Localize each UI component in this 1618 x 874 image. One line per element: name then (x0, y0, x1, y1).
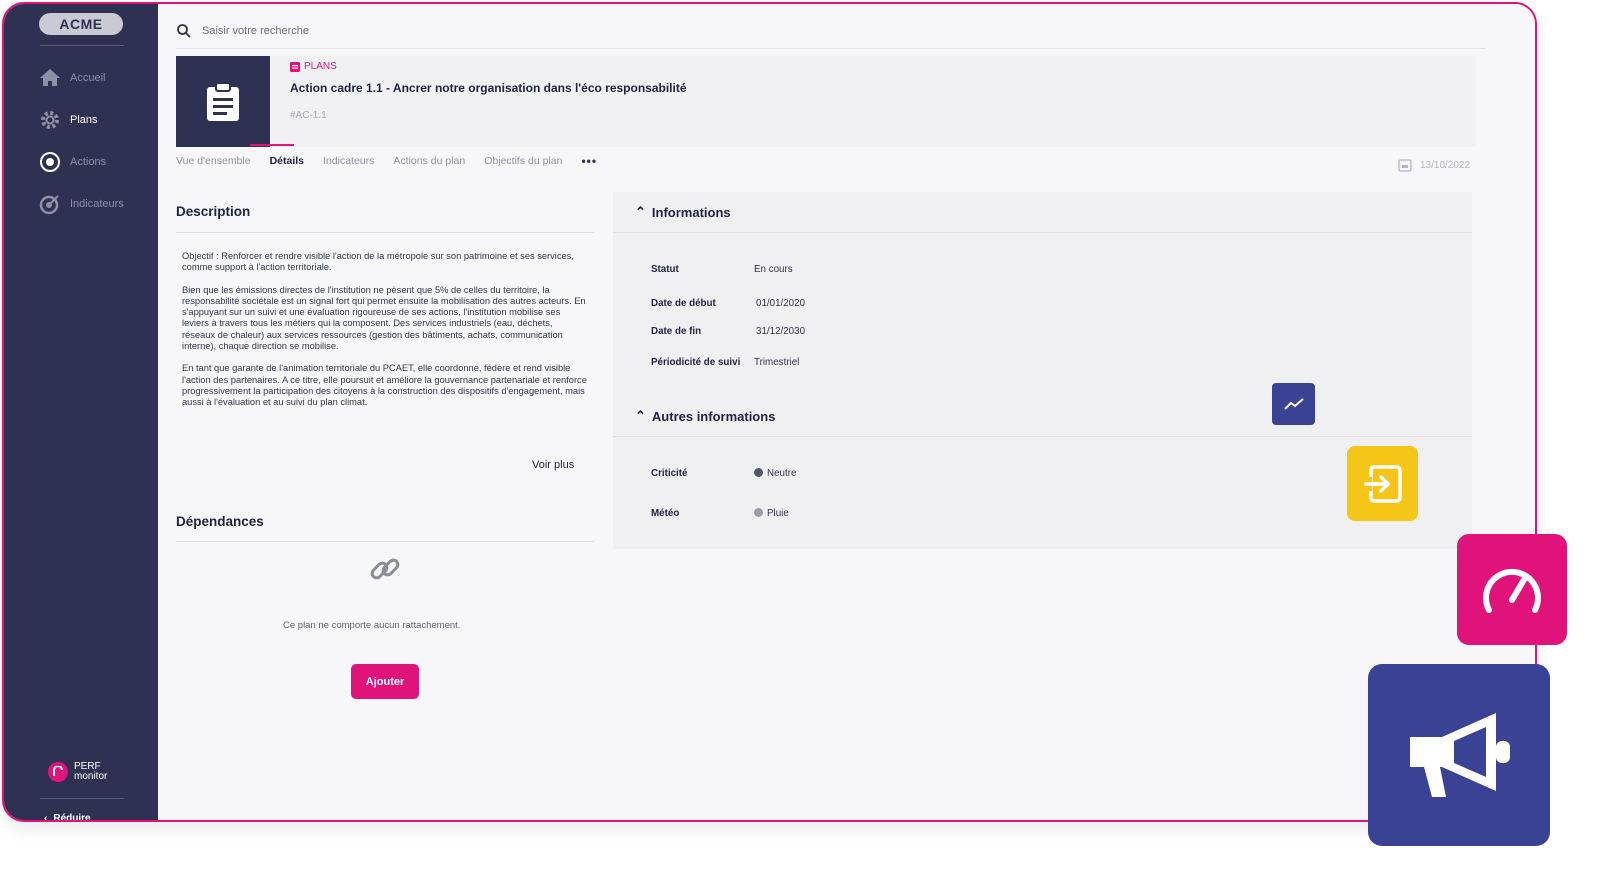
divider (176, 232, 594, 233)
tab-details[interactable]: Détails (270, 155, 304, 167)
description-title: Description (176, 204, 251, 219)
info-row-statut: Statut En cours (651, 264, 793, 275)
clipboard-small-icon (290, 62, 300, 72)
more-tabs-button[interactable]: ••• (581, 154, 597, 168)
login-tile[interactable] (1347, 446, 1418, 521)
chevron-up-icon: ⌃ (635, 204, 646, 219)
add-dependency-button[interactable]: Ajouter (351, 664, 419, 699)
chevron-left-icon: ‹ (44, 813, 48, 822)
megaphone-icon (1410, 713, 1510, 797)
info-value: 31/12/2030 (756, 326, 806, 337)
info-value: 01/01/2020 (756, 298, 806, 309)
status-dot (754, 468, 763, 477)
tab-actions-du-plan[interactable]: Actions du plan (393, 155, 465, 167)
target-icon (40, 152, 60, 172)
sidebar-item-label: Indicateurs (70, 198, 124, 210)
gauge-tile[interactable] (1457, 534, 1567, 645)
description-body: Objectif : Renforcer et rendre visible l… (182, 251, 587, 420)
info-label: Météo (651, 508, 680, 519)
sidebar-item-label: Plans (70, 114, 98, 126)
clipboard-icon (176, 56, 270, 147)
informations-panel: ⌃ Informations Statut En cours Date de d… (613, 192, 1472, 549)
info-value-with-dot: Pluie (754, 508, 789, 519)
divider (613, 436, 1472, 437)
app-logo[interactable]: ACME (39, 13, 123, 35)
calendar-icon (1398, 159, 1412, 172)
date-indicator: 13/10/2022 (1398, 158, 1470, 172)
brand-line-2: monitor (74, 771, 108, 782)
dart-icon (39, 195, 59, 215)
other-info-header[interactable]: ⌃ Autres informations (635, 408, 775, 424)
sidebar: ACME Accueil Plans Actions Indicateurs P… (4, 4, 158, 820)
trend-icon (1283, 398, 1304, 410)
informations-header[interactable]: ⌃ Informations (635, 204, 731, 220)
plan-header: PLANS Action cadre 1.1 - Ancrer notre or… (176, 56, 1476, 147)
info-row-periodicite: Périodicité de suivi Trimestriel (651, 357, 799, 368)
info-value: Neutre (767, 468, 797, 479)
megaphone-tile[interactable] (1368, 664, 1550, 846)
empty-state-text: Ce plan ne comporte aucun rattachement. (283, 620, 461, 631)
info-label: Date de début (651, 298, 716, 309)
info-label: Périodicité de suivi (651, 357, 741, 368)
tab-indicateurs[interactable]: Indicateurs (323, 155, 374, 167)
perf-monitor-brand: PERF monitor (48, 762, 107, 782)
gear-icon (41, 111, 59, 129)
info-value: Trimestriel (754, 357, 800, 368)
info-row-meteo: Météo Pluie (651, 508, 789, 519)
trend-button[interactable] (1272, 383, 1315, 425)
sidebar-item-accueil[interactable]: Accueil (38, 64, 105, 92)
info-value: Pluie (767, 508, 789, 519)
other-info-title: Autres informations (651, 408, 776, 424)
sidebar-item-indicateurs[interactable]: Indicateurs (38, 190, 124, 218)
plan-code: #AC-1.1 (290, 110, 327, 121)
sidebar-divider (40, 45, 124, 46)
voir-plus-link[interactable]: Voir plus (532, 459, 574, 471)
tab-bar: Vue d'ensemble Détails Indicateurs Actio… (176, 154, 597, 168)
search-icon (177, 24, 191, 38)
informations-title: Informations (651, 204, 731, 220)
link-icon (368, 552, 402, 591)
info-label: Criticité (651, 468, 688, 479)
chevron-up-icon: ⌃ (635, 408, 646, 423)
divider (613, 232, 1472, 233)
tab-vue-ensemble[interactable]: Vue d'ensemble (176, 155, 251, 167)
info-row-date-fin: Date de fin 31/12/2030 (651, 326, 805, 337)
tab-objectifs-du-plan[interactable]: Objectifs du plan (484, 155, 562, 167)
date-value: 13/10/2022 (1420, 159, 1471, 171)
info-value-with-dot: Neutre (754, 468, 796, 479)
reduce-button[interactable]: ‹ Réduire (44, 813, 91, 822)
divider (176, 541, 594, 542)
login-icon (1363, 464, 1402, 503)
reduce-label: Réduire (53, 813, 91, 822)
description-paragraph: Objectif : Renforcer et rendre visible l… (182, 251, 574, 273)
info-label: Date de fin (651, 326, 702, 337)
status-dot (754, 508, 763, 517)
sidebar-item-plans[interactable]: Plans (38, 106, 98, 134)
sidebar-item-label: Actions (70, 156, 107, 168)
info-label: Statut (651, 264, 679, 275)
home-icon (40, 69, 60, 86)
info-row-criticite: Criticité Neutre (651, 468, 796, 479)
sidebar-divider (40, 798, 124, 799)
description-paragraph: Bien que les émissions directes de l'ins… (182, 284, 586, 352)
search-input[interactable]: Saisir votre recherche (202, 25, 309, 37)
speedometer-icon (1483, 568, 1541, 613)
sidebar-item-label: Accueil (70, 72, 106, 84)
main-content: Saisir votre recherche PLANS Action cadr… (158, 4, 1535, 820)
dependencies-title: Dépendances (176, 514, 264, 529)
active-tab-indicator (250, 144, 294, 146)
page-title: Action cadre 1.1 - Ancrer notre organisa… (290, 81, 687, 95)
perf-logo-icon (48, 762, 68, 782)
info-row-date-debut: Date de début 01/01/2020 (651, 298, 805, 309)
sidebar-item-actions[interactable]: Actions (38, 148, 106, 176)
info-value: En cours (754, 264, 793, 275)
plan-tag: PLANS (290, 61, 337, 72)
plan-tag-label: PLANS (304, 61, 337, 72)
search-bar[interactable]: Saisir votre recherche (176, 14, 1486, 49)
description-paragraph: En tant que garante de l'animation terri… (182, 363, 587, 408)
